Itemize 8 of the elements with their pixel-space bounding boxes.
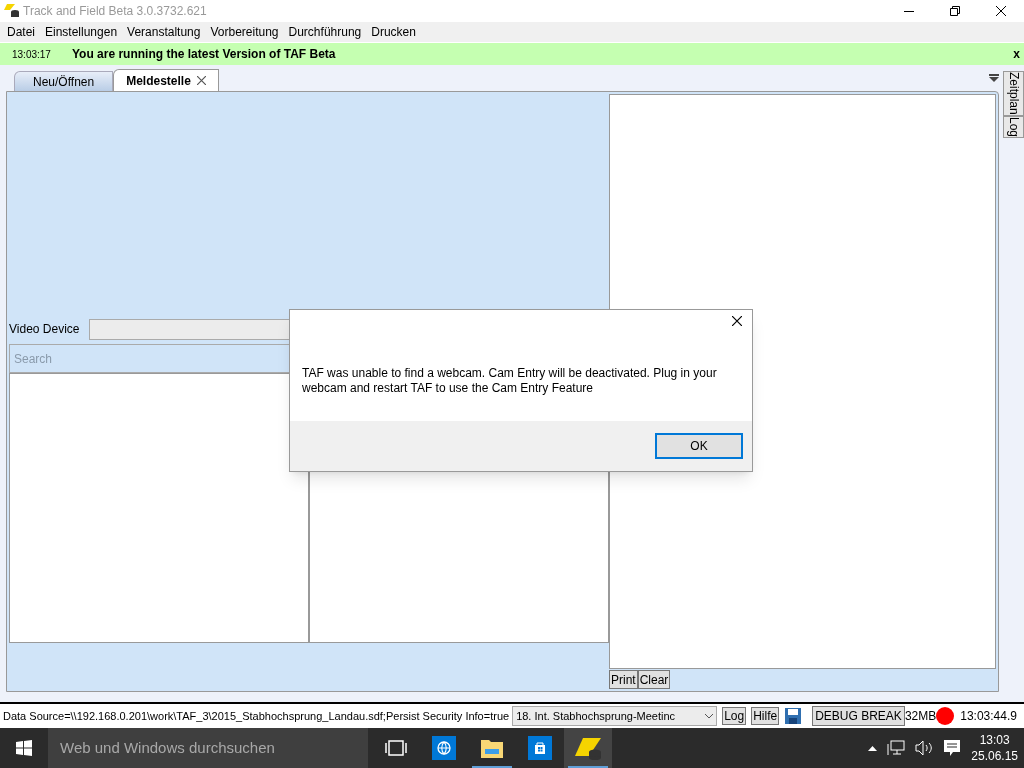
dialog-message: TAF was unable to find a webcam. Cam Entry will be deactivated. Plug in your webcam and restart TAF to use the Cam Entry Feature (302, 366, 718, 396)
notification-time: 13:03:17 (12, 47, 51, 62)
memory-text: 32MB (904, 708, 937, 725)
video-device-label: Video Device (9, 321, 80, 338)
status-time: 13:03:44.9 (960, 708, 1017, 725)
notification-message: You are running the latest Version of TAF Beta (71, 46, 336, 63)
window-title: Track and Field Beta 3.0.3732.621 (23, 3, 207, 20)
data-source-text: Data Source=\\192.168.0.201\work\TAF_3\2015_Stabhochsprung_Landau.sdf;Persist Security Info=true (3, 708, 510, 724)
